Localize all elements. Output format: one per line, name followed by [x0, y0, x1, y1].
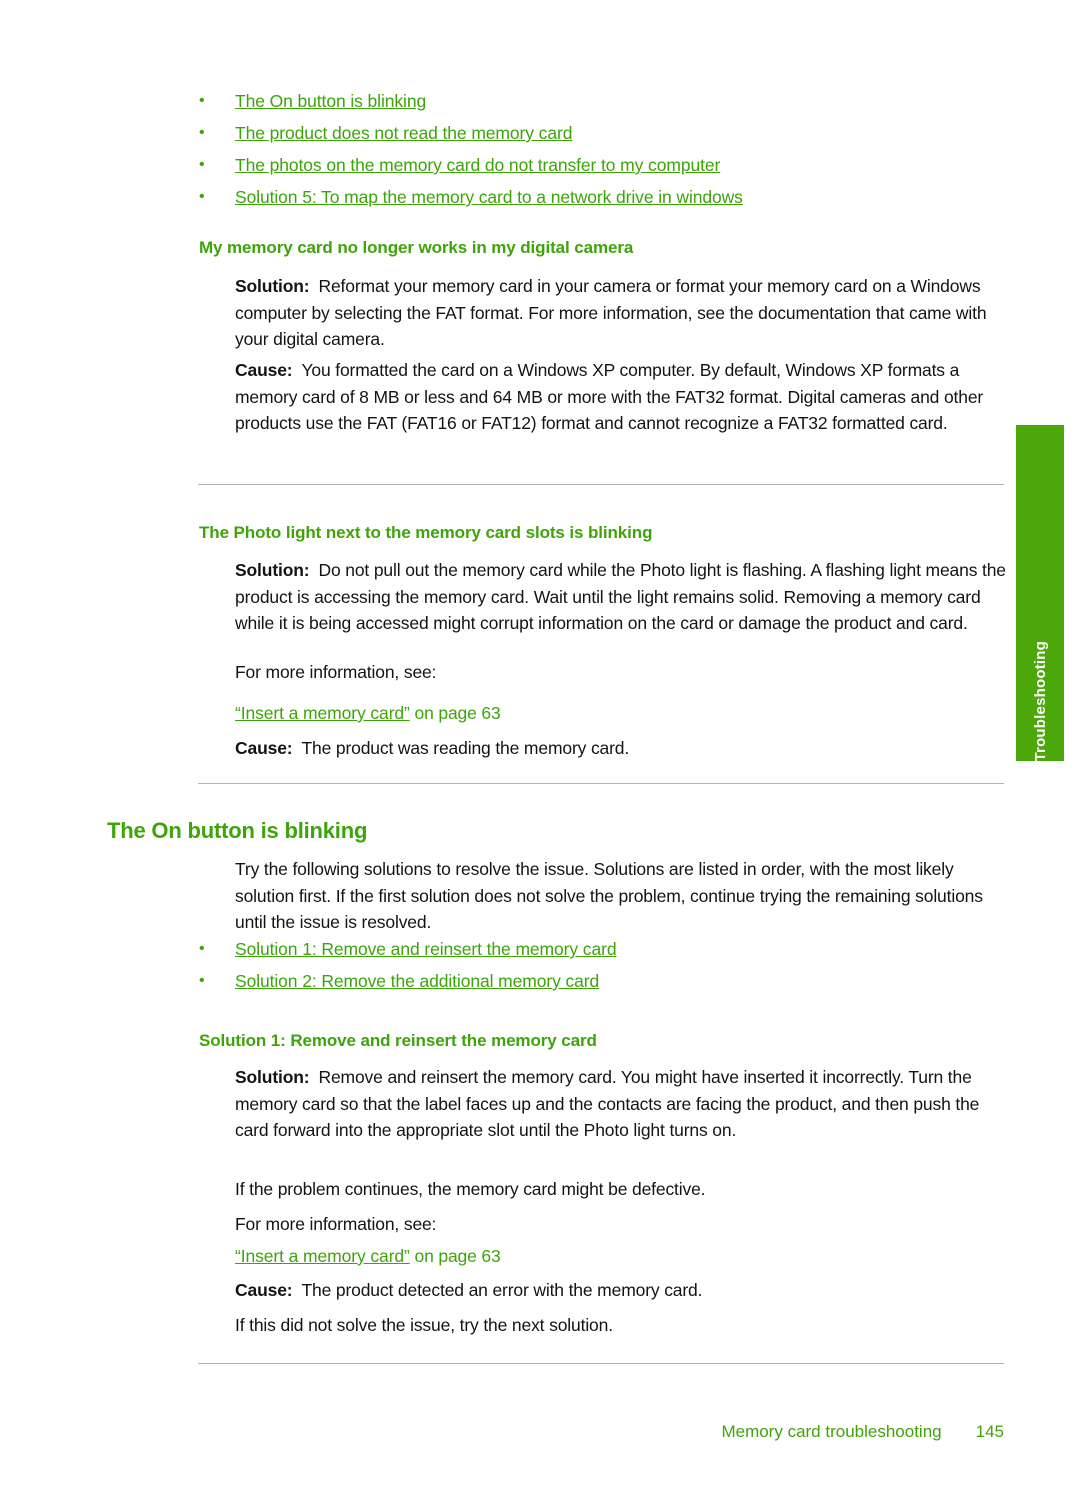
- cause-text: You formatted the card on a Windows XP c…: [235, 360, 984, 433]
- xref-page-number: on page 63: [409, 703, 501, 723]
- cause-text: The product detected an error with the m…: [301, 1280, 703, 1300]
- bullet-icon: •: [199, 940, 205, 957]
- solution-text: Remove and reinsert the memory card. You…: [235, 1067, 980, 1140]
- solution1-defective-note: If the problem continues, the memory car…: [235, 1176, 1007, 1203]
- list-item[interactable]: • Solution 2: Remove the additional memo…: [199, 972, 1009, 992]
- more-info-text: For more information, see:: [235, 662, 437, 682]
- photolight-more-info: For more information, see:: [235, 659, 1007, 686]
- solution-label: Solution:: [235, 276, 310, 296]
- footer-divider: [198, 1363, 1004, 1364]
- page-footer: Memory card troubleshooting 145: [0, 1422, 1080, 1442]
- list-item[interactable]: • The photos on the memory card do not t…: [199, 156, 1009, 176]
- list-item[interactable]: • Solution 1: Remove and reinsert the me…: [199, 940, 1009, 960]
- cause-label: Cause:: [235, 1280, 293, 1300]
- bullet-icon: •: [199, 92, 205, 109]
- photolight-solution-paragraph: Solution: Do not pull out the memory card…: [235, 557, 1007, 637]
- section-divider: [198, 783, 1004, 784]
- heading-photo-light-blinking: The Photo light next to the memory card …: [199, 523, 653, 542]
- on-button-link-list: • Solution 1: Remove and reinsert the me…: [199, 940, 1009, 1004]
- link-insert-a-memory-card[interactable]: “Insert a memory card”: [235, 703, 410, 723]
- solution-text: Do not pull out the memory card while th…: [235, 560, 1006, 633]
- list-item[interactable]: • Solution 5: To map the memory card to …: [199, 188, 1009, 208]
- on-button-intro-paragraph: Try the following solutions to resolve t…: [235, 856, 1010, 936]
- xref-page-number: on page 63: [409, 1246, 501, 1266]
- heading-memory-card-no-longer-works: My memory card no longer works in my dig…: [199, 238, 634, 257]
- cause-label: Cause:: [235, 360, 293, 380]
- intro-text: Try the following solutions to resolve t…: [235, 859, 983, 932]
- link-solution-2-remove-additional[interactable]: Solution 2: Remove the additional memory…: [235, 971, 599, 991]
- camera-solution-paragraph: Solution: Reformat your memory card in yo…: [235, 273, 1007, 353]
- side-tab-troubleshooting: Troubleshooting: [1016, 425, 1064, 761]
- camera-cause-paragraph: Cause: You formatted the card on a Window…: [235, 357, 1007, 437]
- more-info-text: For more information, see:: [235, 1214, 437, 1234]
- cause-text: The product was reading the memory card.: [301, 738, 630, 758]
- photolight-cause-paragraph: Cause: The product was reading the memory…: [235, 735, 1007, 762]
- heading-solution-1: Solution 1: Remove and reinsert the memo…: [199, 1031, 597, 1050]
- cause-label: Cause:: [235, 738, 293, 758]
- list-item[interactable]: • The On button is blinking: [199, 92, 1009, 112]
- solution1-cause-paragraph: Cause: The product detected an error with…: [235, 1277, 1007, 1304]
- page-title: The On button is blinking: [107, 818, 368, 843]
- link-product-does-not-read[interactable]: The product does not read the memory car…: [235, 123, 572, 143]
- footer-title: Memory card troubleshooting: [721, 1422, 942, 1441]
- solution1-next-note: If this did not solve the issue, try the…: [235, 1312, 1007, 1339]
- link-photos-do-not-transfer[interactable]: The photos on the memory card do not tra…: [235, 155, 720, 175]
- solution1-solution-paragraph: Solution: Remove and reinsert the memory …: [235, 1064, 1007, 1144]
- link-solution-1-remove-reinsert[interactable]: Solution 1: Remove and reinsert the memo…: [235, 939, 617, 959]
- next-solution-note: If this did not solve the issue, try the…: [235, 1315, 613, 1335]
- solution-text: Reformat your memory card in your camera…: [235, 276, 987, 349]
- solution1-xref-line: “Insert a memory card” on page 63: [235, 1243, 1007, 1270]
- photolight-xref-line: “Insert a memory card” on page 63: [235, 700, 1007, 727]
- link-insert-a-memory-card[interactable]: “Insert a memory card”: [235, 1246, 410, 1266]
- link-on-button-blinking[interactable]: The On button is blinking: [235, 91, 426, 111]
- page-number: 145: [975, 1422, 1004, 1441]
- list-item[interactable]: • The product does not read the memory c…: [199, 124, 1009, 144]
- link-solution-5-map-network-drive[interactable]: Solution 5: To map the memory card to a …: [235, 187, 743, 207]
- bullet-icon: •: [199, 972, 205, 989]
- bullet-icon: •: [199, 124, 205, 141]
- solution-label: Solution:: [235, 560, 310, 580]
- solution-label: Solution:: [235, 1067, 310, 1087]
- side-tab-label: Troubleshooting: [1031, 640, 1049, 762]
- bullet-icon: •: [199, 188, 205, 205]
- solution1-more-info: For more information, see:: [235, 1211, 1007, 1238]
- defective-note-text: If the problem continues, the memory car…: [235, 1179, 706, 1199]
- section-divider: [198, 484, 1004, 485]
- bullet-icon: •: [199, 156, 205, 173]
- document-page: • The On button is blinking • The produc…: [0, 0, 1080, 1495]
- top-link-list: • The On button is blinking • The produc…: [199, 92, 1009, 220]
